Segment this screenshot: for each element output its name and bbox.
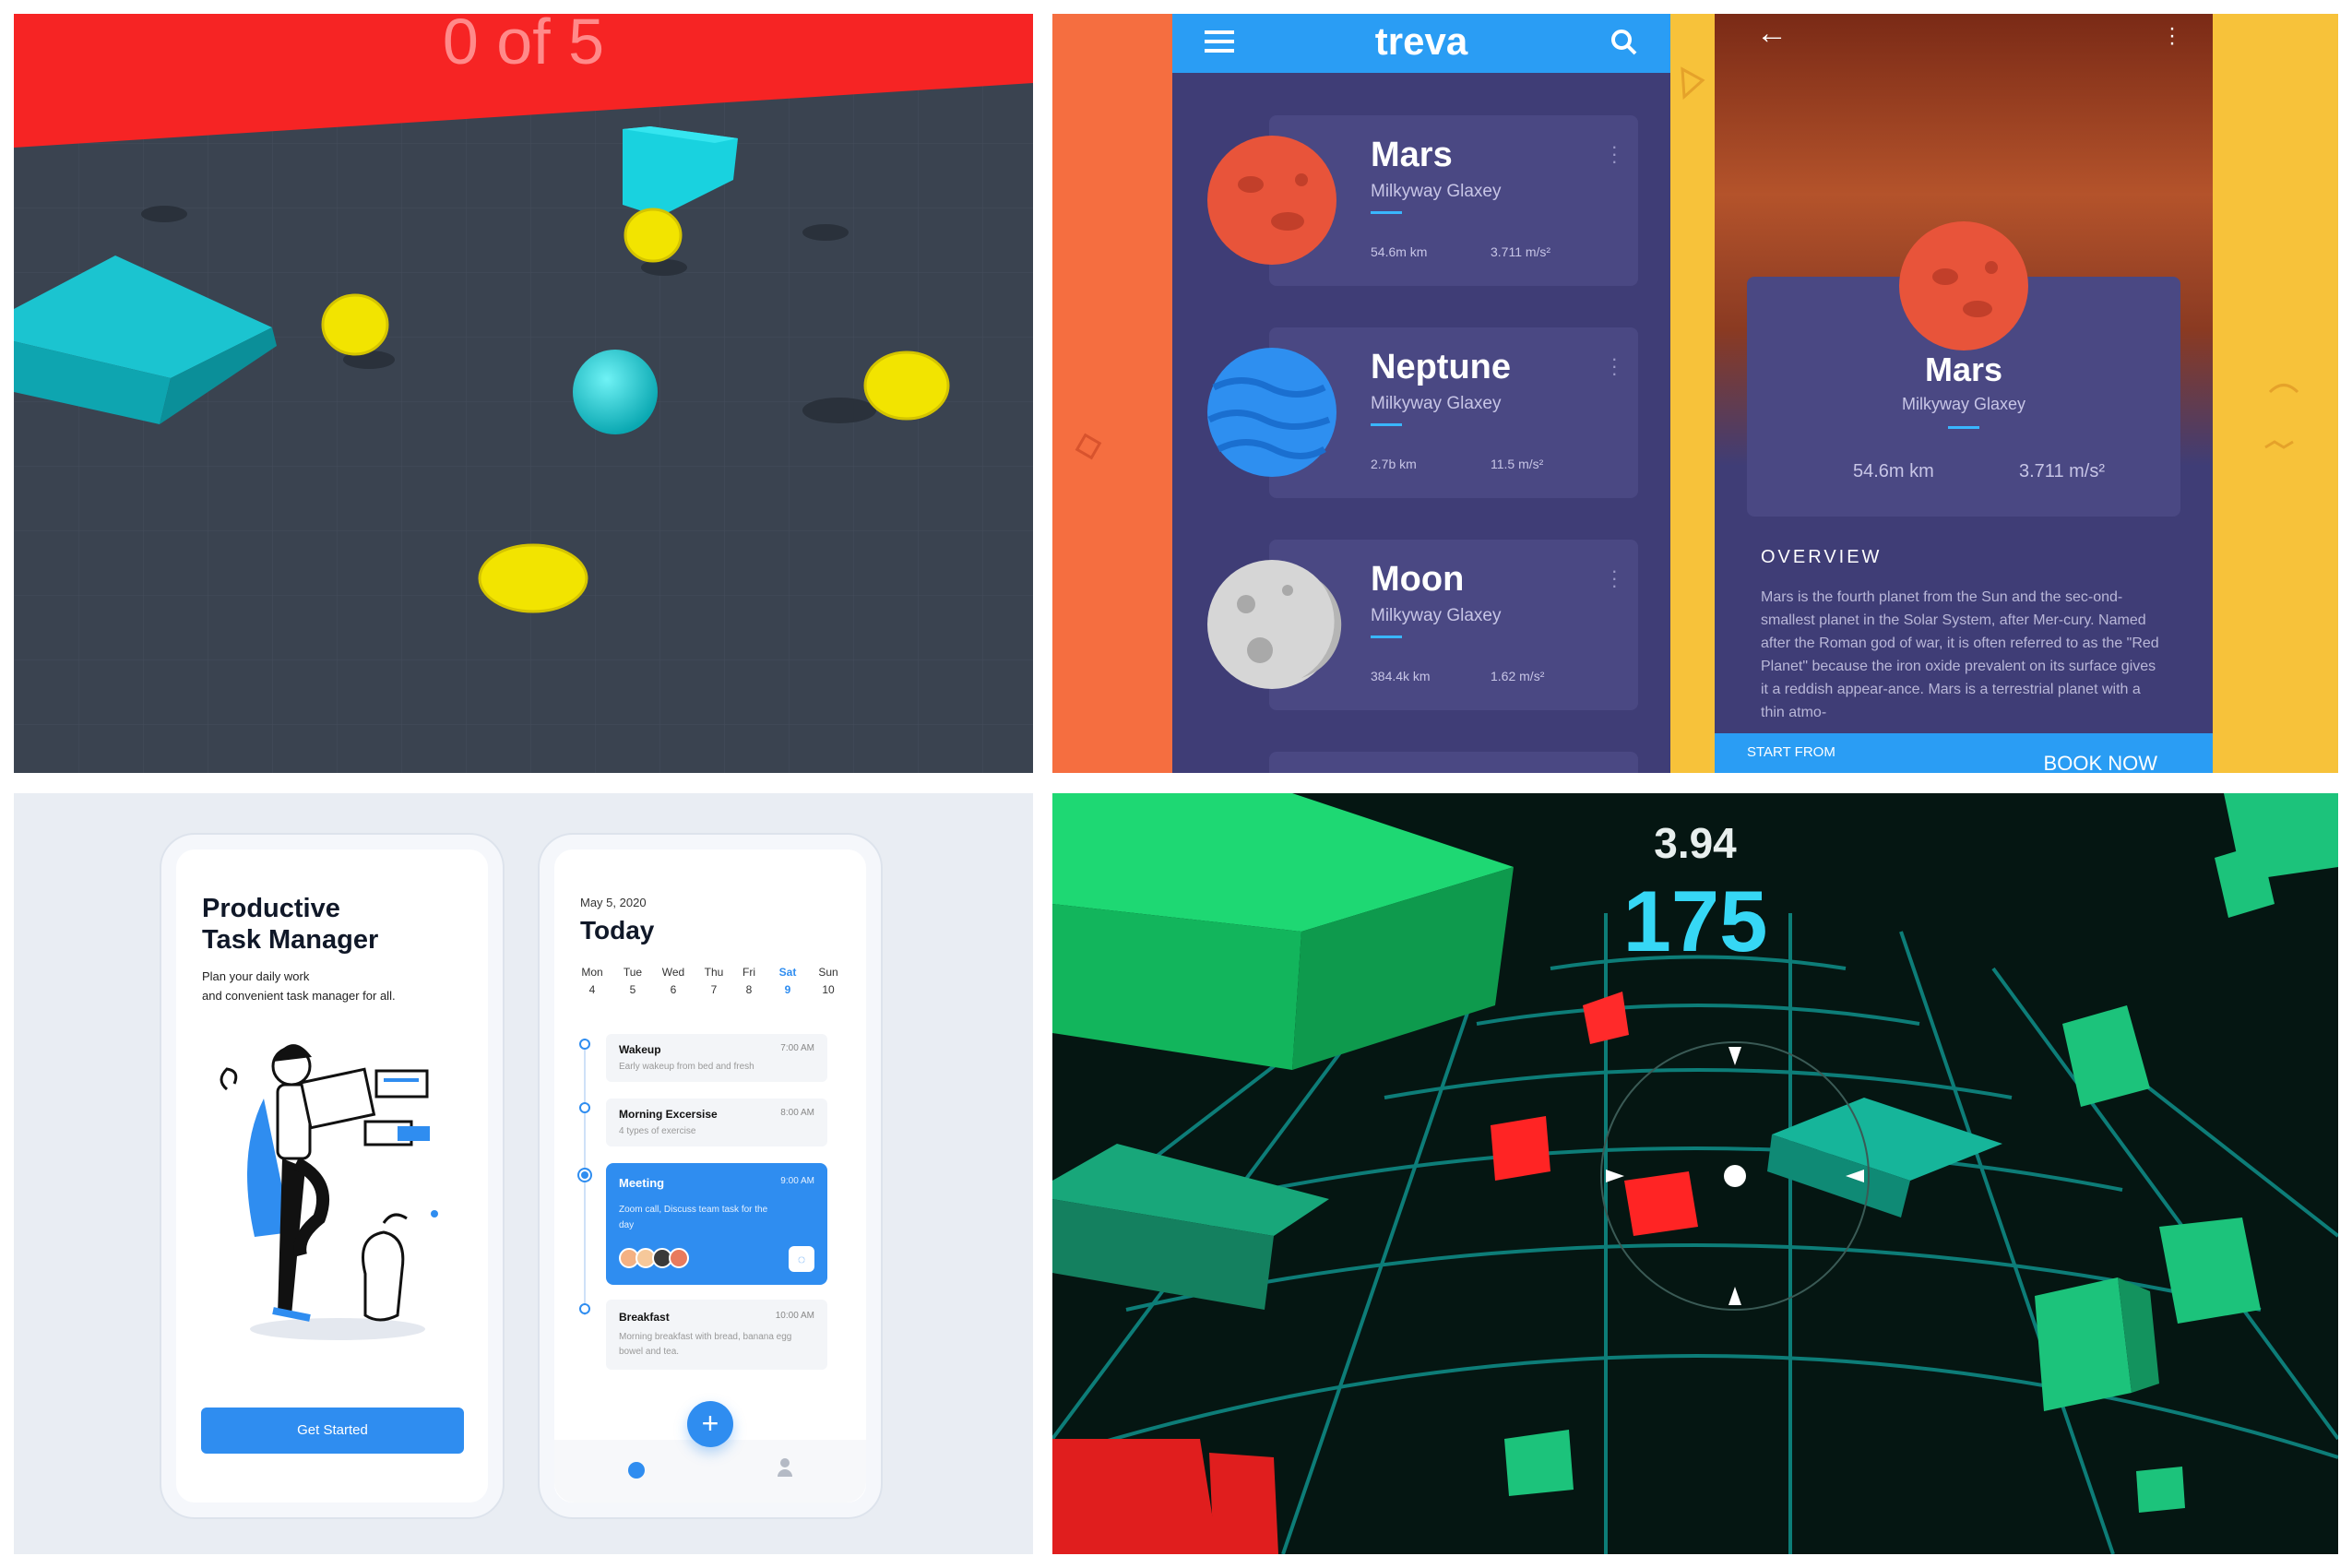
- app-bar: treva: [1172, 14, 1670, 73]
- planet-card-mars[interactable]: Mars Milkyway Glaxey 54.6m km 3.711 m/s²…: [1269, 115, 1638, 286]
- planet-card-neptune[interactable]: Neptune Milkyway Glaxey 2.7b km 11.5 m/s…: [1269, 327, 1638, 498]
- day-tue[interactable]: Tue 5: [617, 966, 648, 996]
- planet-galaxy: Milkyway Glaxey: [1371, 182, 1502, 201]
- detail-gravity: 3.711 m/s²: [2019, 461, 2105, 481]
- day-wed[interactable]: Wed 6: [658, 966, 689, 996]
- cube-tunnel-game-view[interactable]: 3.94 175: [1052, 793, 2338, 1554]
- onboarding-title-line1: Productive: [202, 894, 340, 923]
- onboarding-subtitle-line1: Plan your daily work: [202, 969, 310, 983]
- person-with-dog-illustration: [220, 1044, 438, 1340]
- task-card-wakeup[interactable]: Wakeup 7:00 AM Early wakeup from bed and…: [606, 1034, 827, 1082]
- timeline-dot-active: [577, 1168, 592, 1182]
- green-cube: [1504, 1430, 1574, 1496]
- overview-heading: OVERVIEW: [1761, 547, 1883, 567]
- green-cube: [2136, 1467, 2185, 1513]
- onboarding-subtitle-line2: and convenient task manager for all.: [202, 989, 396, 1003]
- planet-list-screen: treva Mars Milkyway Glaxey 54.6m km 3.71…: [1172, 14, 1670, 773]
- day-fri[interactable]: Fri 8: [733, 966, 765, 996]
- mars-planet-icon: [1899, 221, 2028, 350]
- booking-bar: START FROM BOOK NOW: [1715, 733, 2213, 773]
- timeline-dot: [579, 1303, 590, 1314]
- timeline-dot: [579, 1102, 590, 1113]
- onboarding-title-line2: Task Manager: [202, 925, 379, 955]
- book-now-button[interactable]: BOOK NOW: [2044, 752, 2157, 773]
- add-task-button[interactable]: +: [687, 1401, 733, 1447]
- red-cube: [1052, 1439, 1218, 1554]
- planet-gravity: 1.62 m/s²: [1491, 669, 1545, 683]
- elapsed-time: 3.94: [1654, 819, 1737, 867]
- more-icon[interactable]: · · ·: [1611, 561, 1618, 596]
- task-card-breakfast[interactable]: Breakfast 10:00 AM Morning breakfast wit…: [606, 1300, 827, 1370]
- day-sun[interactable]: Sun 10: [813, 966, 844, 996]
- coin: [321, 293, 389, 356]
- attendee-avatars: [619, 1248, 689, 1273]
- today-date: May 5, 2020: [580, 896, 647, 909]
- planet-distance: 384.4k km: [1371, 669, 1431, 683]
- progress-icon[interactable]: ◌: [789, 1246, 814, 1272]
- day-mon[interactable]: Mon 4: [576, 966, 608, 996]
- detail-planet-galaxy: Milkyway Glaxey: [1901, 395, 2026, 413]
- planet-distance: 54.6m km: [1371, 244, 1428, 259]
- player-ball: [573, 350, 658, 434]
- more-icon[interactable]: · · ·: [1611, 137, 1618, 172]
- overflow-menu-icon[interactable]: · · ·: [2168, 18, 2176, 54]
- planet-galaxy: Milkyway Glaxey: [1371, 394, 1502, 413]
- coin-game-view[interactable]: 0 of 5: [14, 14, 1033, 773]
- planet-name: Mars: [1371, 136, 1453, 174]
- task-manager-showcase: Productive Task Manager Plan your daily …: [14, 793, 1033, 1554]
- week-day-strip: Mon 4 Tue 5 Wed 6 Thu 7 Fri 8 Sat 9 Sun 10: [576, 966, 849, 1003]
- detail-distance: 54.6m km: [1853, 461, 1934, 481]
- score-counter: 175: [1622, 873, 1768, 969]
- coin: [624, 208, 683, 263]
- treva-app-showcase: treva Mars Milkyway Glaxey 54.6m km 3.71…: [1052, 14, 2338, 773]
- red-cube: [1491, 1116, 1550, 1181]
- coin: [863, 350, 950, 421]
- today-phone: May 5, 2020 Today Mon 4 Tue 5 Wed 6 Thu 7 Fr…: [540, 835, 881, 1517]
- app-title: treva: [1374, 19, 1468, 63]
- planet-name: Moon: [1371, 560, 1465, 599]
- planet-galaxy: Milkyway Glaxey: [1371, 606, 1502, 625]
- overview-text: Mars is the fourth planet from the Sun a…: [1761, 589, 2159, 720]
- planet-gravity: 3.711 m/s²: [1491, 244, 1551, 259]
- start-from-label: START FROM: [1747, 744, 1835, 760]
- bottom-nav: [554, 1440, 866, 1503]
- planet-detail-screen: ← · · · Mars Milkyway Glaxey 54.6m km 3.71…: [1715, 14, 2213, 773]
- profile-nav-icon[interactable]: [778, 1458, 792, 1479]
- today-heading: Today: [580, 916, 655, 944]
- planet-card-moon[interactable]: Moon Milkyway Glaxey 384.4k km 1.62 m/s²…: [1269, 540, 1638, 710]
- onboarding-phone: Productive Task Manager Plan your daily …: [161, 835, 503, 1517]
- back-arrow-icon[interactable]: ←: [1756, 16, 1788, 52]
- more-icon[interactable]: · · ·: [1611, 349, 1618, 384]
- day-sat-selected[interactable]: Sat 9: [772, 966, 803, 996]
- coin-game-scene: [14, 14, 1033, 773]
- planet-name: Neptune: [1371, 348, 1511, 386]
- planet-gravity: 11.5 m/s²: [1491, 457, 1544, 471]
- coin-counter: 0 of 5: [442, 14, 605, 77]
- clock-nav-icon[interactable]: [628, 1462, 645, 1479]
- timeline-dot: [579, 1039, 590, 1050]
- task-card-meeting-active[interactable]: Meeting 9:00 AM Zoom call, Discuss team …: [606, 1163, 827, 1285]
- get-started-button[interactable]: Get Started: [201, 1408, 464, 1454]
- red-cube: [1209, 1453, 1278, 1554]
- planet-card-partial[interactable]: [1269, 752, 1638, 773]
- task-card-morning-exercise[interactable]: Morning Excersise 8:00 AM 4 types of exe…: [606, 1099, 827, 1146]
- day-thu[interactable]: Thu 7: [698, 966, 730, 996]
- detail-planet-name: Mars: [1924, 350, 2003, 388]
- coin: [478, 543, 588, 613]
- red-cube: [1624, 1171, 1698, 1236]
- search-icon[interactable]: [1610, 29, 1638, 56]
- planet-distance: 2.7b km: [1371, 457, 1417, 471]
